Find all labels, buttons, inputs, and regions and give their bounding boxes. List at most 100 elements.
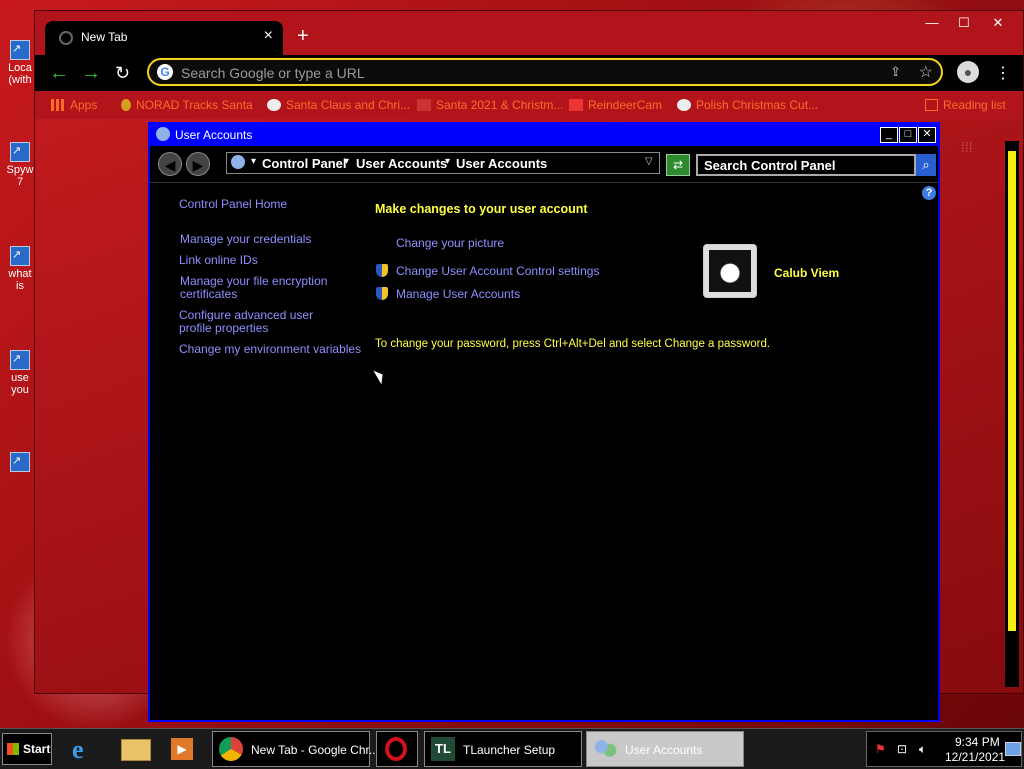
bookmark-norad[interactable]: NORAD Tracks Santa <box>121 98 253 112</box>
taskbar-task-user-accounts[interactable]: User Accounts <box>586 731 744 767</box>
bookmarks-bar: Apps NORAD Tracks Santa Santa Claus and … <box>35 91 1023 119</box>
user-accounts-icon <box>593 737 617 761</box>
minimize-button[interactable]: _ <box>880 127 898 143</box>
desktop-shortcut[interactable] <box>2 452 38 474</box>
chrome-icon <box>219 737 243 761</box>
bookmark-santa-2021[interactable]: Santa 2021 & Christm... <box>417 98 563 112</box>
back-button[interactable]: ◀ <box>158 152 182 176</box>
shortcut-icon <box>10 246 30 266</box>
profile-avatar-icon[interactable]: ● <box>957 61 979 83</box>
share-icon[interactable]: ⇪ <box>890 64 901 80</box>
network-icon[interactable]: ⊡ <box>897 742 907 756</box>
bookmark-polish-christmas[interactable]: Polish Christmas Cut... <box>677 98 818 112</box>
breadcrumb-item[interactable]: User Accounts <box>456 156 547 171</box>
system-tray: ⚑ ⊡ 🔈︎ 9:34 PM 12/21/2021 <box>866 731 1022 767</box>
desktop-shortcut[interactable]: Spyw 7 <box>2 142 38 188</box>
sidebar-link-control-panel-home[interactable]: Control Panel Home <box>179 198 287 211</box>
breadcrumb-item[interactable]: Control Panel <box>262 156 347 171</box>
refresh-button[interactable]: ⇄ <box>666 154 690 176</box>
bookmark-label: NORAD Tracks Santa <box>136 98 253 112</box>
forward-button[interactable]: ▶ <box>186 152 210 176</box>
desktop-shortcut[interactable]: what is <box>2 246 38 292</box>
address-toolbar: ◀ ▶ ▾ Control Panel ▾ User Accounts ▾ Us… <box>150 146 938 183</box>
windows-logo-icon <box>7 743 19 755</box>
page-heading: Make changes to your user account <box>375 202 588 216</box>
desktop-shortcut[interactable]: use you <box>2 350 38 396</box>
start-label: Start <box>23 742 51 756</box>
apps-grid-icon[interactable]: ⁞⁞⁞ <box>961 139 973 155</box>
address-placeholder: Search Google or type a URL <box>181 65 365 81</box>
password-note: To change your password, press Ctrl+Alt+… <box>375 338 771 350</box>
internet-explorer-icon[interactable]: e <box>68 733 102 765</box>
avatar[interactable] <box>703 244 757 298</box>
breadcrumb-item[interactable]: User Accounts <box>356 156 447 171</box>
task-label: New Tab - Google Chr... <box>251 743 379 757</box>
search-icon[interactable]: ⌕ <box>916 154 936 176</box>
bookmark-apps[interactable]: Apps <box>51 98 97 112</box>
chevron-down-icon[interactable]: ▾ <box>344 156 349 167</box>
close-tab-icon[interactable]: × <box>264 27 273 45</box>
uac-shield-icon <box>376 287 388 300</box>
start-button[interactable]: Start <box>2 733 52 765</box>
close-button[interactable]: ✕ <box>985 15 1011 31</box>
search-input[interactable] <box>696 154 916 176</box>
user-accounts-window: User Accounts _ □ ✕ ◀ ▶ ▾ Control Panel … <box>148 122 940 722</box>
taskbar-task-opera[interactable] <box>376 731 418 767</box>
task-change-picture[interactable]: Change your picture <box>396 237 504 250</box>
uac-shield-icon <box>376 264 388 277</box>
opera-icon <box>385 737 407 761</box>
task-label: TLauncher Setup <box>463 743 556 757</box>
clock-time[interactable]: 9:34 PM <box>955 735 1000 749</box>
tab-new-tab[interactable]: New Tab × <box>45 21 283 55</box>
new-tab-button[interactable]: + <box>297 25 309 48</box>
close-button[interactable]: ✕ <box>918 127 936 143</box>
breadcrumb[interactable]: ▾ Control Panel ▾ User Accounts ▾ User A… <box>226 152 660 174</box>
back-arrow-icon[interactable]: ← <box>49 63 69 83</box>
sidebar-link-online-ids[interactable]: Link online IDs <box>179 254 258 267</box>
volume-icon[interactable]: 🔈︎ <box>919 742 926 757</box>
browser-toolbar: ← → ↻ G Search Google or type a URL ⇪ ☆ … <box>35 55 1023 91</box>
tab-title: New Tab <box>81 30 128 44</box>
file-explorer-icon[interactable] <box>118 733 152 765</box>
window-title-bar[interactable]: User Accounts _ □ ✕ <box>150 124 938 146</box>
maximize-button[interactable]: ☐ <box>951 15 977 31</box>
dropdown-arrow-icon[interactable]: ▽ <box>645 156 653 167</box>
help-icon[interactable]: ? <box>922 186 936 200</box>
reading-list[interactable]: Reading list <box>925 98 1006 112</box>
clock-date[interactable]: 12/21/2021 <box>945 750 1005 764</box>
bookmark-star-icon[interactable]: ☆ <box>919 62 933 82</box>
sidebar-link-advanced-profile[interactable]: Configure advanced user profile properti… <box>179 309 339 335</box>
forward-arrow-icon[interactable]: → <box>81 63 101 83</box>
task-manage-accounts[interactable]: Manage User Accounts <box>396 288 520 301</box>
user-accounts-icon <box>156 127 170 141</box>
media-player-icon[interactable]: ▶ <box>166 733 200 765</box>
shortcut-icon <box>10 452 30 472</box>
desktop-shortcut[interactable]: Loca (with <box>2 40 38 86</box>
mouse-cursor-icon <box>373 367 387 385</box>
reload-icon[interactable]: ↻ <box>115 63 130 83</box>
maximize-button[interactable]: □ <box>899 127 917 143</box>
globe-icon <box>677 99 691 111</box>
action-center-flag-icon[interactable]: ⚑ <box>875 742 886 756</box>
menu-kebab-icon[interactable]: ⋮ <box>995 63 1011 83</box>
bookmark-santa-claus[interactable]: Santa Claus and Chri... <box>267 98 410 112</box>
sidebar-link-manage-credentials[interactable]: Manage your credentials <box>180 233 311 246</box>
santa-icon <box>417 99 431 111</box>
show-desktop-button[interactable] <box>1005 742 1021 756</box>
bookmark-label: Santa 2021 & Christm... <box>436 98 564 112</box>
chevron-down-icon[interactable]: ▾ <box>445 156 450 167</box>
taskbar-task-tlauncher[interactable]: TL TLauncher Setup <box>424 731 582 767</box>
taskbar-task-chrome[interactable]: New Tab - Google Chr... <box>212 731 379 767</box>
sidebar-link-environment-variables[interactable]: Change my environment variables <box>179 343 361 356</box>
scrollbar[interactable] <box>1005 141 1019 687</box>
minimize-button[interactable]: — <box>919 15 945 30</box>
address-bar[interactable]: G Search Google or type a URL ⇪ ☆ <box>147 58 943 86</box>
task-change-uac-settings[interactable]: Change User Account Control settings <box>396 265 599 278</box>
scrollbar-thumb[interactable] <box>1008 151 1016 631</box>
bookmark-label: Apps <box>70 98 98 112</box>
chevron-down-icon[interactable]: ▾ <box>251 156 256 167</box>
sidebar-link-file-encryption[interactable]: Manage your file encryption certificates <box>180 275 330 301</box>
dog-picture-icon <box>709 250 751 292</box>
apps-grid-icon <box>51 99 65 111</box>
bookmark-reindeercam[interactable]: ReindeerCam <box>569 98 662 112</box>
